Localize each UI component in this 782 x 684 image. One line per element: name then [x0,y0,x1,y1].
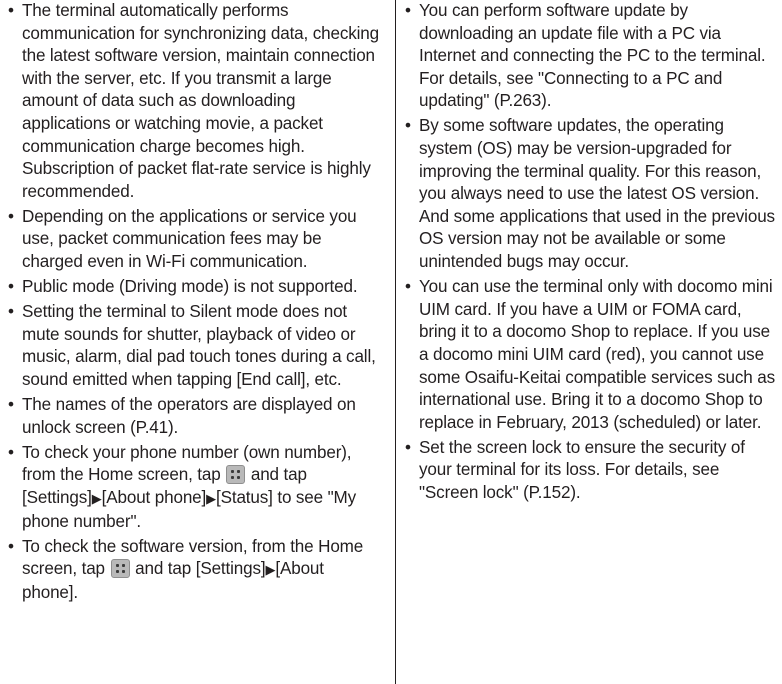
note-bullet-uim-card: You can use the terminal only with docom… [405,276,777,434]
column-divider [395,0,397,684]
note-text: By some software updates, the operating … [419,116,775,272]
note-text: The terminal automatically performs comm… [22,1,380,201]
note-bullet-software-version: To check the software version, from the … [8,536,384,605]
arrow-right-icon: ▶ [91,490,102,506]
apps-menu-icon [226,465,246,485]
note-text: Depending on the applications or service… [22,206,357,272]
note-bullet-silent-mode: Setting the terminal to Silent mode does… [8,301,384,391]
apps-menu-icon [110,559,130,579]
note-bullet-os-upgrade: By some software updates, the operating … [405,115,777,273]
note-bullet-public-mode: Public mode (Driving mode) is not suppor… [8,276,384,299]
note-text: You can perform software update by downl… [419,1,766,111]
note-bullet-phone-number: To check your phone number (own number),… [8,442,384,533]
note-bullet-screen-lock: Set the screen lock to ensure the securi… [405,437,777,505]
note-text: Public mode (Driving mode) is not suppor… [22,277,358,297]
manual-page: The terminal automatically performs comm… [0,0,782,684]
note-text: [About phone] [101,487,207,507]
note-bullet-operator-names: The names of the operators are displayed… [8,394,384,439]
note-text: Set the screen lock to ensure the securi… [419,437,745,502]
note-text: Setting the terminal to Silent mode does… [22,302,376,389]
note-bullet-software-update-pc: You can perform software update by downl… [405,0,777,113]
arrow-right-icon: ▶ [206,490,216,506]
arrow-right-icon: ▶ [265,562,276,578]
note-text: You can use the terminal only with docom… [419,277,776,432]
note-bullet-wifi-fees: Depending on the applications or service… [8,206,384,274]
note-text: and tap [Settings] [135,559,266,579]
note-bullet-auto-communication: The terminal automatically performs comm… [8,0,384,203]
right-column: You can perform software update by downl… [405,0,777,507]
note-text: The names of the operators are displayed… [22,395,356,437]
left-column: The terminal automatically performs comm… [8,0,384,607]
